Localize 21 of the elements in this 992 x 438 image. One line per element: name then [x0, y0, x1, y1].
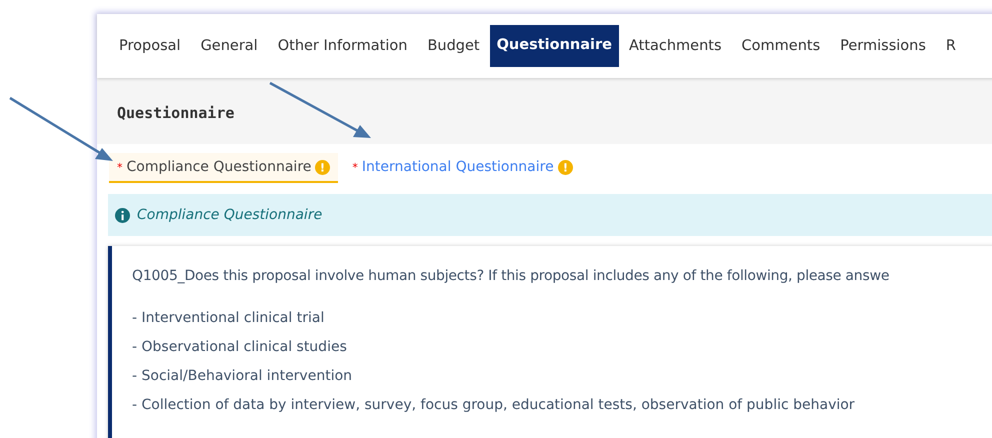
nav-tab[interactable]: Budget — [417, 30, 490, 62]
warning-icon: ! — [558, 160, 573, 174]
banner-text: Compliance Questionnaire — [137, 207, 322, 223]
nav-tab[interactable]: General — [190, 30, 268, 62]
section-title: Questionnaire — [116, 103, 234, 124]
nav-tab[interactable]: Comments — [732, 30, 830, 62]
questionnaire-tab[interactable]: * International Questionnaire ! — [344, 153, 581, 183]
list-item: - Collection of data by interview, survey, focus group, educational tests, observation of public behavior — [132, 397, 856, 415]
questionnaire-tab[interactable]: * Compliance Questionnaire ! — [109, 153, 338, 183]
question-text: Q1005_Does this proposal involve human subjects? If this proposal includes any of the following, please answe — [132, 268, 890, 284]
nav-tab[interactable]: Attachments — [618, 30, 732, 62]
nav-tab[interactable]: Proposal — [109, 30, 191, 62]
list-item: - Interventional clinical trial — [132, 310, 326, 328]
warning-icon: ! — [315, 160, 330, 174]
nav-tab[interactable]: Other Information — [268, 30, 418, 62]
info-icon — [115, 208, 130, 222]
list-item: - Social/Behavioral intervention — [132, 368, 354, 386]
list-item: - Observational clinical studies — [132, 339, 348, 357]
nav-tab[interactable]: R — [936, 30, 966, 62]
nav-tab[interactable]: Permissions — [830, 30, 936, 62]
nav-tab[interactable]: Questionnaire — [490, 25, 619, 67]
